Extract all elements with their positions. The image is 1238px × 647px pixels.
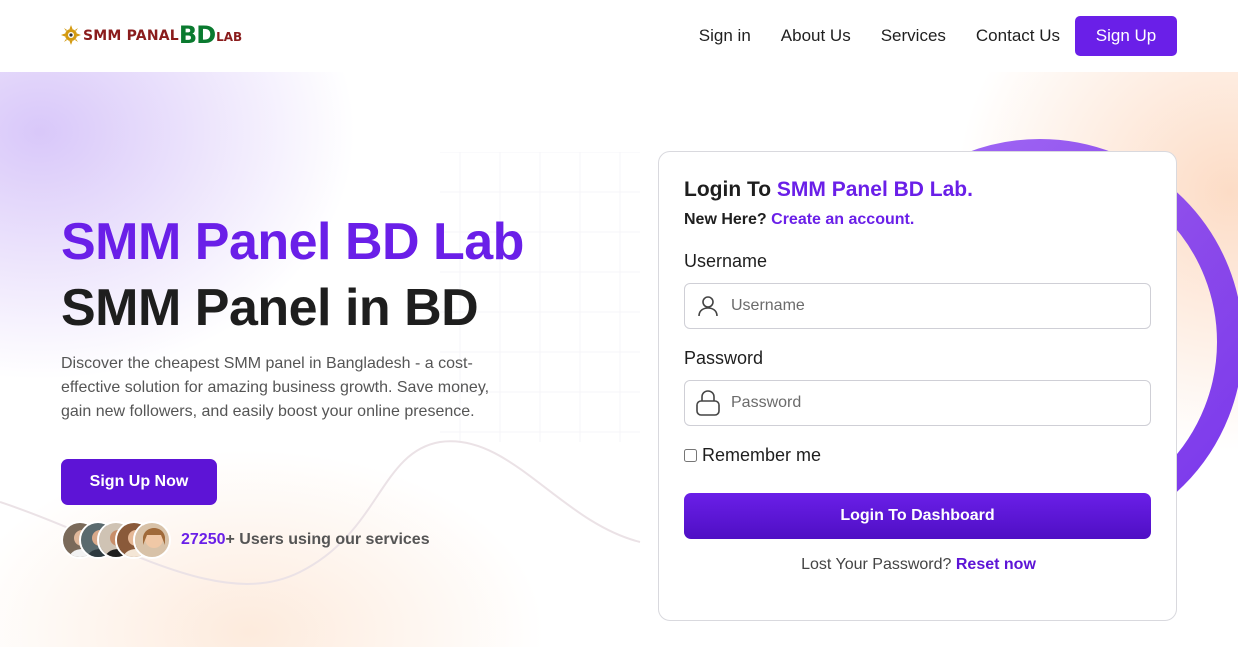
username-input[interactable] xyxy=(731,284,1150,328)
avatar-group xyxy=(61,521,171,559)
avatar xyxy=(133,521,171,559)
password-input[interactable] xyxy=(731,381,1150,425)
logo-text-smm: SMM PANAL xyxy=(83,28,179,44)
hero-title-tagline: SMM Panel in BD xyxy=(61,279,479,337)
main-nav: Sign in About Us Services Contact Us Sig… xyxy=(699,16,1177,56)
logo-text-bd: BD xyxy=(178,21,216,49)
login-title-prefix: Login To xyxy=(684,178,777,201)
password-field[interactable] xyxy=(684,380,1151,426)
sign-up-now-button[interactable]: Sign Up Now xyxy=(61,459,217,505)
nav-contact-us[interactable]: Contact Us xyxy=(976,26,1060,46)
password-label: Password xyxy=(684,348,764,368)
reset-now-link[interactable]: Reset now xyxy=(956,556,1036,573)
site-logo[interactable]: SMM PANAL BD LAB xyxy=(61,18,242,50)
username-label: Username xyxy=(684,251,768,271)
lock-icon xyxy=(685,381,731,425)
users-summary: 27250+ Users using our services xyxy=(61,521,430,559)
remember-me[interactable]: Remember me xyxy=(684,445,821,466)
hero-title-brand: SMM Panel BD Lab xyxy=(61,213,524,271)
create-account-link[interactable]: Create an account. xyxy=(771,211,914,228)
signup-prompt: New Here? Create an account. xyxy=(684,211,914,229)
remember-me-label: Remember me xyxy=(702,445,822,465)
login-to-dashboard-button[interactable]: Login To Dashboard xyxy=(684,493,1151,539)
users-count: 27250 xyxy=(181,531,226,548)
new-here-text: New Here? xyxy=(684,211,772,228)
remember-me-checkbox[interactable] xyxy=(684,449,697,462)
lost-password-text: Lost Your Password? xyxy=(801,556,956,573)
users-count-text: 27250+ Users using our services xyxy=(181,531,430,549)
nav-about-us[interactable]: About Us xyxy=(781,26,851,46)
users-suffix: + Users using our services xyxy=(225,531,430,548)
nav-sign-up-button[interactable]: Sign Up xyxy=(1075,16,1177,56)
nav-services[interactable]: Services xyxy=(881,26,946,46)
username-field[interactable] xyxy=(684,283,1151,329)
hero-description: Discover the cheapest SMM panel in Bangl… xyxy=(61,355,490,420)
sun-logo-icon xyxy=(61,25,81,45)
nav-sign-in[interactable]: Sign in xyxy=(699,26,751,46)
lost-password-row: Lost Your Password? Reset now xyxy=(659,556,1178,574)
logo-text-lab: LAB xyxy=(216,30,243,44)
site-header: SMM PANAL BD LAB Sign in About Us Servic… xyxy=(0,0,1238,72)
login-title: Login To SMM Panel BD Lab. xyxy=(684,178,973,202)
login-title-brand: SMM Panel BD Lab. xyxy=(776,178,973,201)
login-card: Login To SMM Panel BD Lab. New Here? Cre… xyxy=(658,151,1177,621)
user-icon xyxy=(685,284,731,328)
